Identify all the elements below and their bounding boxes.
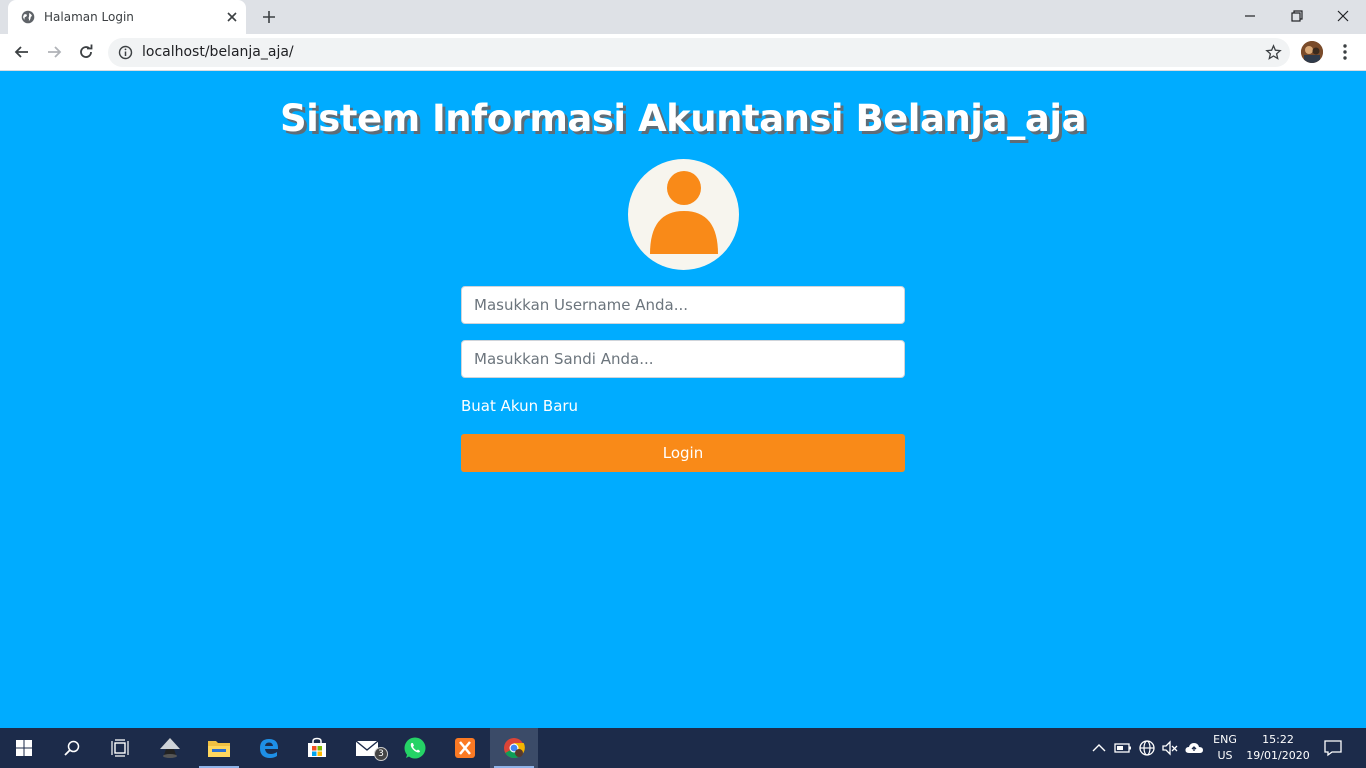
info-icon[interactable] — [118, 45, 133, 60]
language-code: ENG — [1213, 733, 1237, 746]
chrome-icon — [504, 738, 525, 759]
menu-icon[interactable] — [1335, 42, 1355, 62]
back-icon[interactable] — [12, 42, 32, 62]
clock-date: 19/01/2020 — [1246, 749, 1310, 762]
whatsapp-icon — [404, 737, 426, 759]
tab-halaman-login[interactable]: Halaman Login — [8, 0, 246, 34]
plus-icon[interactable] — [261, 9, 277, 25]
windows-taskbar: 3 ENG US 15:22 19/01/2020 — [0, 728, 1366, 768]
mail-badge: 3 — [374, 747, 388, 761]
task-view-button[interactable] — [96, 728, 144, 768]
edge-icon — [260, 739, 278, 758]
user-icon — [650, 171, 718, 254]
taskbar-edge[interactable] — [245, 728, 293, 768]
clock-time: 15:22 — [1262, 733, 1294, 746]
file-explorer-icon — [208, 741, 230, 757]
minimize-icon[interactable] — [1240, 6, 1260, 26]
url-text[interactable]: localhost/belanja_aja/ — [142, 44, 294, 60]
windows-icon — [16, 740, 32, 756]
language-indicator[interactable]: ENG US — [1212, 732, 1238, 764]
network-icon[interactable] — [1137, 738, 1157, 758]
page-title: Sistem Informasi Akuntansi Belanja_aja — [279, 97, 1087, 140]
taskbar-chrome[interactable] — [490, 728, 538, 768]
cloud-icon[interactable] — [1184, 738, 1204, 758]
chevron-up-icon[interactable] — [1089, 738, 1109, 758]
password-input[interactable] — [461, 340, 905, 378]
taskbar-store[interactable] — [293, 728, 341, 768]
username-input[interactable] — [461, 286, 905, 324]
star-icon[interactable] — [1265, 44, 1282, 61]
store-icon — [308, 737, 326, 757]
close-icon[interactable] — [224, 9, 240, 25]
taskbar-search-button[interactable] — [48, 728, 96, 768]
tab-title: Halaman Login — [44, 10, 134, 24]
profile-photo-icon — [1301, 41, 1323, 63]
address-bar[interactable]: localhost/belanja_aja/ — [108, 38, 1290, 67]
notification-icon[interactable] — [1323, 738, 1343, 758]
reload-icon[interactable] — [76, 42, 96, 62]
forward-icon[interactable] — [44, 42, 64, 62]
login-page: Sistem Informasi Akuntansi Belanja_aja B… — [0, 71, 1366, 728]
keyboard-layout: US — [1217, 749, 1233, 762]
browser-tab-strip: Halaman Login — [0, 0, 1366, 34]
globe-icon — [21, 10, 35, 24]
speaker-muted-icon[interactable] — [1160, 738, 1180, 758]
window-close-icon[interactable] — [1333, 6, 1353, 26]
search-icon — [64, 740, 80, 756]
register-link[interactable]: Buat Akun Baru — [461, 397, 578, 415]
taskbar-inkscape[interactable] — [146, 728, 194, 768]
avatar — [628, 159, 739, 270]
start-button[interactable] — [0, 728, 48, 768]
inkscape-icon — [160, 738, 180, 758]
profile-avatar[interactable] — [1301, 41, 1323, 63]
xampp-icon — [455, 738, 475, 758]
login-button[interactable]: Login — [461, 434, 905, 472]
task-view-icon — [111, 739, 129, 757]
clock[interactable]: 15:22 19/01/2020 — [1244, 732, 1312, 764]
taskbar-file-explorer[interactable] — [195, 728, 243, 768]
battery-icon[interactable] — [1113, 738, 1133, 758]
browser-toolbar: localhost/belanja_aja/ — [0, 34, 1366, 71]
restore-icon[interactable] — [1287, 6, 1307, 26]
taskbar-whatsapp[interactable] — [391, 728, 439, 768]
taskbar-xampp[interactable] — [441, 728, 489, 768]
